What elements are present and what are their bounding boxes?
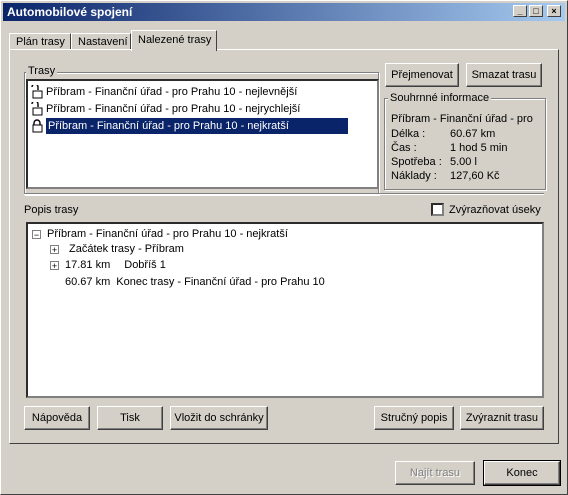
main-window: Automobilové spojení _ □ × Plán trasy Na… bbox=[0, 0, 568, 495]
tree-start[interactable]: + Začátek trasy - Příbram bbox=[50, 242, 184, 256]
unlock-icon bbox=[31, 102, 43, 116]
route-item-label: Příbram - Finanční úřad - pro Prahu 10 -… bbox=[46, 118, 348, 134]
tree-root-label: Příbram - Finanční úřad - pro Prahu 10 -… bbox=[47, 228, 288, 240]
tree-end-distance: 60.67 km bbox=[65, 276, 111, 288]
tree-root[interactable]: − Příbram - Finanční úřad - pro Prahu 10 … bbox=[32, 227, 288, 241]
minimize-icon[interactable]: _ bbox=[513, 5, 527, 17]
summary-consumption-label: Spotřeba : bbox=[391, 156, 442, 168]
brief-description-button[interactable]: Stručný popis bbox=[374, 406, 454, 430]
summary-length-value: 60.67 km bbox=[450, 128, 496, 140]
route-item-shortest[interactable]: Příbram - Finanční úřad - pro Prahu 10 -… bbox=[30, 118, 348, 134]
summary-name: Příbram - Finanční úřad - pro bbox=[391, 113, 533, 125]
unlock-icon bbox=[31, 85, 43, 99]
highlight-route-button[interactable]: Zvýraznit trasu bbox=[460, 406, 544, 430]
print-button[interactable]: Tisk bbox=[97, 406, 163, 430]
summary-group-label: Souhrnné informace bbox=[388, 92, 492, 104]
routes-list[interactable]: Příbram - Finanční úřad - pro Prahu 10 -… bbox=[26, 79, 379, 189]
rename-button[interactable]: Přejmenovat bbox=[385, 63, 459, 87]
route-item-label: Příbram - Finanční úřad - pro Prahu 10 -… bbox=[46, 86, 298, 98]
lock-icon bbox=[32, 119, 43, 133]
route-description-tree[interactable]: − Příbram - Finanční úřad - pro Prahu 10 … bbox=[26, 222, 544, 398]
route-item-cheapest[interactable]: Příbram - Finanční úřad - pro Prahu 10 -… bbox=[30, 84, 297, 100]
highlight-sections-label: Zvýrazňovat úseky bbox=[449, 204, 541, 216]
summary-time-label: Čas : bbox=[391, 142, 417, 154]
tab-found-routes[interactable]: Nalezené trasy bbox=[131, 30, 217, 51]
highlight-sections-checkbox[interactable] bbox=[431, 203, 444, 216]
tab-plan[interactable]: Plán trasy bbox=[9, 33, 71, 50]
title-bar[interactable]: Automobilové spojení _ □ × bbox=[3, 3, 565, 21]
summary-consumption-value: 5.00 l bbox=[450, 156, 477, 168]
tab-found-routes-label: Nalezené trasy bbox=[138, 34, 212, 46]
description-label: Popis trasy bbox=[24, 204, 79, 216]
route-item-label: Příbram - Finanční úřad - pro Prahu 10 -… bbox=[46, 103, 301, 115]
summary-time-value: 1 hod 5 min bbox=[450, 142, 508, 154]
tab-settings[interactable]: Nastavení bbox=[71, 33, 131, 50]
expand-icon[interactable]: + bbox=[50, 260, 59, 270]
tree-step-label: Dobříš 1 bbox=[124, 259, 166, 271]
maximize-icon[interactable]: □ bbox=[529, 5, 543, 17]
help-button[interactable]: Nápověda bbox=[24, 406, 90, 430]
route-item-fastest[interactable]: Příbram - Finanční úřad - pro Prahu 10 -… bbox=[30, 101, 300, 117]
delete-route-button[interactable]: Smazat trasu bbox=[466, 63, 542, 87]
tree-step[interactable]: +17.81 km Dobříš 1 bbox=[50, 258, 166, 272]
tree-end[interactable]: 60.67 km Konec trasy - Finanční úřad - pr… bbox=[65, 275, 325, 289]
separator bbox=[24, 193, 544, 195]
copy-to-clipboard-button[interactable]: Vložit do schránky bbox=[170, 406, 268, 430]
tab-plan-label: Plán trasy bbox=[16, 36, 65, 48]
summary-cost-value: 127,60 Kč bbox=[450, 170, 500, 182]
collapse-icon[interactable]: − bbox=[32, 229, 41, 239]
summary-length-label: Délka : bbox=[391, 128, 426, 140]
close-button[interactable]: Konec bbox=[483, 460, 561, 486]
tree-step-distance: 17.81 km bbox=[65, 259, 111, 271]
summary-cost-label: Náklady : bbox=[391, 170, 437, 182]
window-title: Automobilové spojení bbox=[7, 5, 133, 19]
tree-end-label: Konec trasy - Finanční úřad - pro Prahu … bbox=[116, 276, 325, 288]
tab-settings-label: Nastavení bbox=[78, 36, 128, 48]
routes-group-label: Trasy bbox=[26, 65, 58, 77]
tree-start-label: Začátek trasy - Příbram bbox=[69, 243, 184, 255]
expand-icon[interactable]: + bbox=[50, 244, 59, 254]
close-icon[interactable]: × bbox=[547, 5, 561, 17]
tab-panel: Trasy Příbram - Finanční úřad - pro Prah… bbox=[9, 49, 559, 444]
find-route-button[interactable]: Najít trasu bbox=[395, 461, 475, 485]
